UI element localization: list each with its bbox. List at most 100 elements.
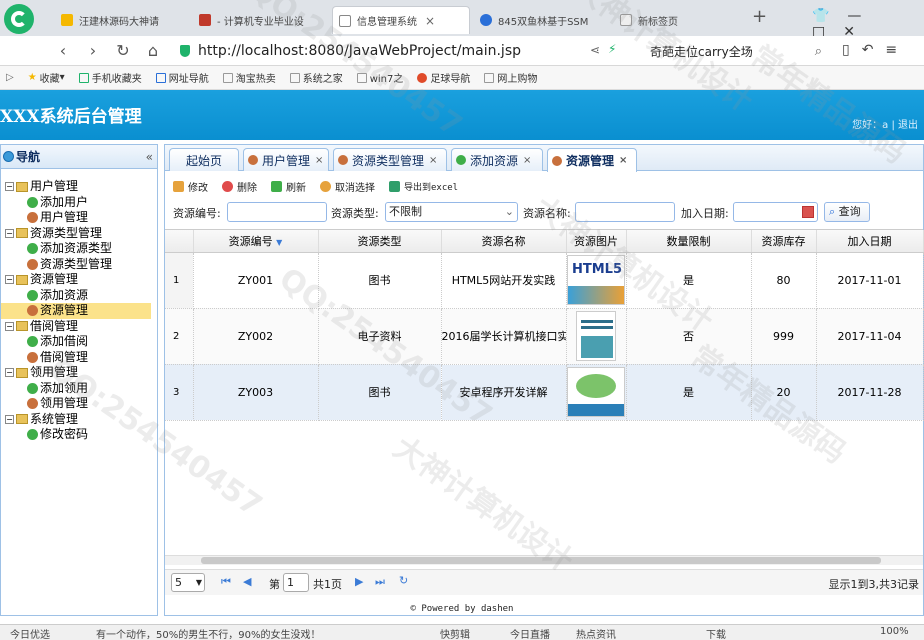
browser-menu-icons[interactable]: ▯↶≡ xyxy=(842,42,909,58)
last-page-icon[interactable]: ⏭ xyxy=(375,575,385,589)
chevron-down-icon: ▼ xyxy=(195,578,202,587)
sidebar-item[interactable]: 借阅管理 xyxy=(1,350,157,366)
sidebar-group[interactable]: − 资源管理 xyxy=(1,272,157,288)
search-field[interactable]: 奇葩走位carry全场 ⌕ xyxy=(650,39,822,63)
favorite-link[interactable]: 网上购物 xyxy=(484,70,537,85)
home-icon[interactable]: ⌂ xyxy=(142,40,164,62)
code-input[interactable] xyxy=(227,202,327,222)
reload-icon[interactable]: ↻ xyxy=(112,40,134,62)
forward-icon[interactable]: › xyxy=(82,40,104,62)
edit-button[interactable]: 修改 xyxy=(173,179,208,194)
undo-icon xyxy=(320,180,331,192)
browser-tab[interactable]: 新标签页 xyxy=(614,6,734,34)
reload-grid-icon[interactable]: ↻ xyxy=(399,574,408,587)
column-header[interactable]: 数量限制 xyxy=(626,230,752,253)
page-size-select[interactable]: 5 ▼ xyxy=(171,573,205,592)
bolt-icon[interactable]: ⚡ xyxy=(608,42,616,56)
unselect-button[interactable]: 取消选择 xyxy=(320,179,375,194)
favorite-link[interactable]: 足球导航 xyxy=(417,70,470,85)
sidebar-item[interactable]: 资源管理 xyxy=(1,303,151,319)
horizontal-scrollbar[interactable] xyxy=(165,555,923,565)
close-icon[interactable]: × xyxy=(523,155,531,166)
close-tab-icon[interactable]: × xyxy=(425,14,435,28)
sidebar-item[interactable]: 领用管理 xyxy=(1,396,157,412)
expand-collapse-icon[interactable]: − xyxy=(5,368,14,377)
user-info: 您好：a | 退出 xyxy=(852,120,918,131)
column-header[interactable]: 资源库存 xyxy=(751,230,817,253)
column-header[interactable]: 加入日期 xyxy=(816,230,924,253)
date-input[interactable] xyxy=(733,202,818,222)
table-row[interactable]: 1 ZY001 图书 HTML5网站开发实践 HTML5 是 80 2017-1… xyxy=(165,252,924,309)
table-row-selected[interactable]: 3 ZY003 图书 安卓程序开发详解 是 20 2017-11-28 xyxy=(165,364,924,421)
folder-icon xyxy=(16,367,28,378)
sidebar-toggle-icon[interactable]: ▷ xyxy=(6,72,14,83)
sidebar-item[interactable]: 添加用户 xyxy=(1,195,157,211)
export-button[interactable]: 导出到excel xyxy=(389,180,458,193)
page-icon xyxy=(222,72,233,83)
favorite-link[interactable]: 网址导航 xyxy=(155,70,209,85)
sidebar-item[interactable]: 添加领用 xyxy=(1,381,157,397)
sidebar-group[interactable]: − 领用管理 xyxy=(1,365,157,381)
tab-resource-manage[interactable]: 资源管理 × xyxy=(547,148,637,172)
tab-type-manage[interactable]: 资源类型管理 × xyxy=(333,148,447,171)
back-icon[interactable]: ‹ xyxy=(52,40,74,62)
add-icon xyxy=(27,289,38,301)
sidebar-group[interactable]: − 用户管理 xyxy=(1,179,157,195)
browser-tab-active[interactable]: 信息管理系统 × xyxy=(332,6,470,34)
first-page-icon[interactable]: ⏮ xyxy=(221,575,231,589)
collapse-icon[interactable]: « xyxy=(146,150,153,164)
calendar-icon[interactable] xyxy=(802,206,814,218)
delete-button[interactable]: 删除 xyxy=(222,179,257,194)
expand-collapse-icon[interactable]: − xyxy=(5,182,14,191)
next-page-icon[interactable]: ▶ xyxy=(355,575,363,588)
share-icon[interactable]: ⋖ xyxy=(590,43,600,57)
resource-image-cell xyxy=(566,308,627,365)
page-number-input[interactable]: 1 xyxy=(283,573,309,592)
logout-link[interactable]: 退出 xyxy=(898,120,918,131)
browser-tab[interactable]: 汪建林源码大神请 xyxy=(55,6,185,34)
favorite-link[interactable]: 淘宝热卖 xyxy=(222,70,276,85)
expand-collapse-icon[interactable]: − xyxy=(5,228,14,238)
favorite-link[interactable]: 手机收藏夹 xyxy=(78,70,142,85)
sidebar-group[interactable]: − 借阅管理 xyxy=(1,319,157,335)
tab-user-manage[interactable]: 用户管理 × xyxy=(243,148,329,171)
new-tab-button[interactable]: + xyxy=(752,6,767,27)
close-icon[interactable]: × xyxy=(429,155,437,166)
sidebar-item[interactable]: 修改密码 xyxy=(1,427,157,443)
sidebar-item[interactable]: 添加资源类型 xyxy=(1,241,157,257)
browser-tab[interactable]: - 计算机专业毕业设 xyxy=(193,6,323,34)
expand-collapse-icon[interactable]: − xyxy=(5,321,14,331)
tab-home[interactable]: 起始页 xyxy=(169,148,239,171)
sidebar-group[interactable]: − 资源类型管理 xyxy=(1,226,157,242)
sidebar-item[interactable]: 添加借阅 xyxy=(1,334,157,350)
sidebar-item[interactable]: 添加资源 xyxy=(1,288,157,304)
scrollbar-thumb[interactable] xyxy=(201,557,881,564)
refresh-button[interactable]: 刷新 xyxy=(271,179,306,194)
column-header[interactable]: 资源类型 xyxy=(318,230,442,253)
close-icon[interactable]: × xyxy=(315,155,323,166)
query-button[interactable]: ⌕ 查询 xyxy=(824,202,870,222)
sidebar-item[interactable]: 资源类型管理 xyxy=(1,257,157,273)
prev-page-icon[interactable]: ◀ xyxy=(243,575,251,588)
expand-collapse-icon[interactable]: − xyxy=(5,414,14,424)
type-select[interactable]: 不限制 ⌄ xyxy=(385,202,518,222)
browser-logo-icon[interactable] xyxy=(4,4,34,34)
sidebar-group[interactable]: − 系统管理 xyxy=(1,412,157,428)
search-icon[interactable]: ⌕ xyxy=(815,44,822,59)
favorite-link[interactable]: 系统之家 xyxy=(289,70,343,85)
name-input[interactable] xyxy=(575,202,675,222)
table-row[interactable]: 2 ZY002 电子资料 2016届学长计算机接口实 否 999 2017-11… xyxy=(165,308,924,365)
column-header[interactable]: 资源名称 xyxy=(441,230,567,253)
column-header[interactable]: 资源图片 xyxy=(566,230,627,253)
expand-collapse-icon[interactable]: − xyxy=(5,275,14,284)
column-header[interactable]: 资源编号 ▼ xyxy=(193,230,319,253)
close-icon[interactable]: × xyxy=(619,155,627,166)
app-header: XXX系统后台管理 您好：a | 退出 xyxy=(0,90,924,140)
favorite-link[interactable]: ★ 收藏 ▾ xyxy=(28,70,65,85)
browser-tab[interactable]: 845双鱼林基于SSM xyxy=(474,6,610,34)
sidebar-item[interactable]: 用户管理 xyxy=(1,210,157,226)
favorite-link[interactable]: win7之 xyxy=(356,70,403,85)
address-field[interactable]: http://localhost:8080/JavaWebProject/mai… xyxy=(180,39,640,63)
resource-grid: 资源编号 ▼ 资源类型 资源名称 资源图片 数量限制 资源库存 加入日期 1 Z… xyxy=(165,229,924,561)
tab-add-resource[interactable]: 添加资源 × xyxy=(451,148,543,171)
